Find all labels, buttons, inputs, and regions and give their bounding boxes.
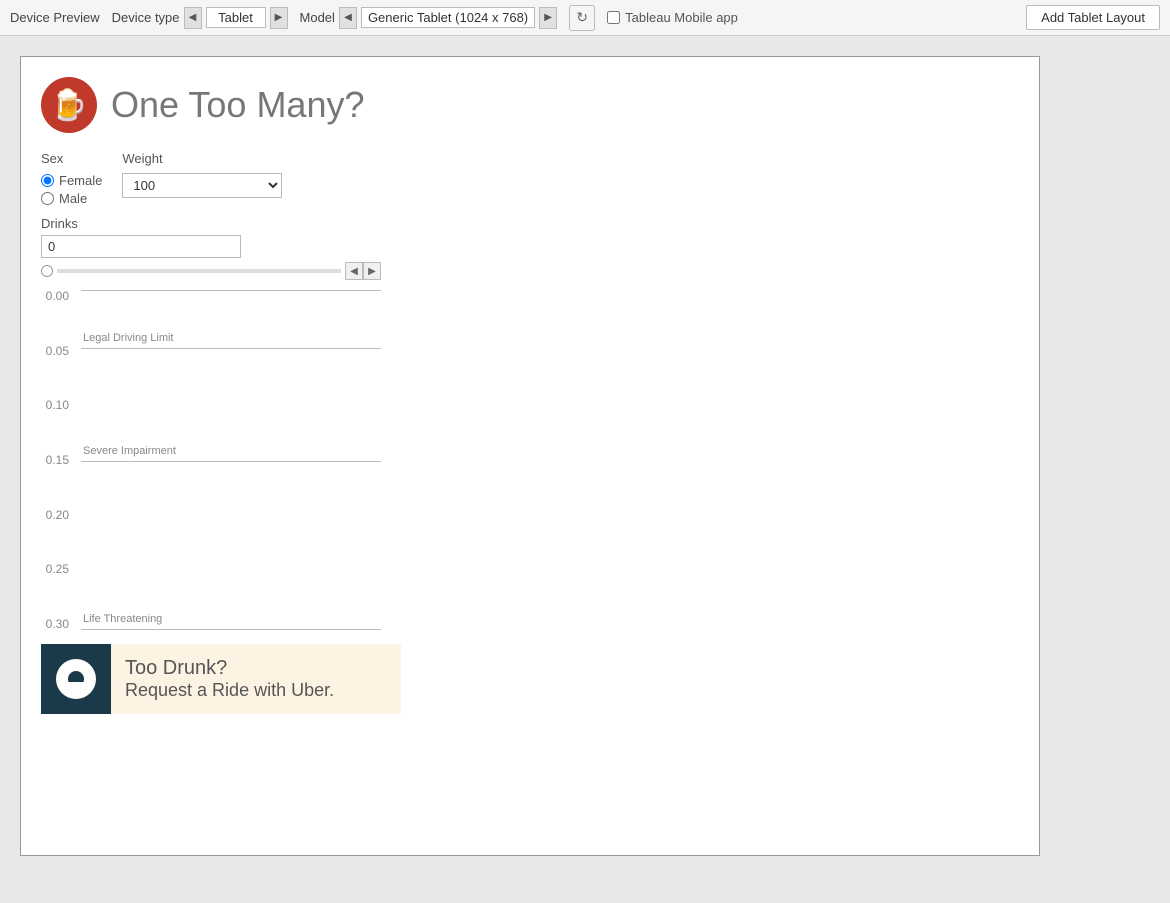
life-threatening-line: Life Threatening xyxy=(81,629,381,630)
weight-select-wrapper: 100 110 120 130 140 150 160 170 180 200 xyxy=(122,173,282,198)
device-preview-label: Device Preview xyxy=(10,10,100,25)
main-area: 🍺 One Too Many? Sex Female xyxy=(0,36,1170,903)
sex-radio-group: Female Male xyxy=(41,173,102,206)
slider-increase-btn[interactable]: ▶ xyxy=(363,262,381,280)
model-prev-btn[interactable]: ◀ xyxy=(339,7,357,29)
rotate-btn[interactable]: ↻ xyxy=(569,5,595,31)
device-type-prev-btn[interactable]: ◀ xyxy=(184,7,202,29)
beer-emoji: 🍺 xyxy=(50,88,87,123)
add-tablet-layout-button[interactable]: Add Tablet Layout xyxy=(1026,5,1160,30)
drinks-label: Drinks xyxy=(41,216,401,231)
drinks-input[interactable] xyxy=(41,235,241,258)
male-radio-label[interactable]: Male xyxy=(41,191,102,206)
uber-icon-box xyxy=(41,644,111,714)
slider-thumb[interactable] xyxy=(41,265,53,277)
tableau-mobile-checkbox[interactable] xyxy=(607,11,620,24)
device-type-next-btn[interactable]: ▶ xyxy=(270,7,288,29)
model-value: Generic Tablet (1024 x 768) xyxy=(361,7,535,28)
y-label-1: 0.05 xyxy=(41,345,75,357)
y-label-2: 0.10 xyxy=(41,399,75,411)
slider-row: ◀ ▶ xyxy=(41,262,381,280)
y-label-4: 0.20 xyxy=(41,509,75,521)
beer-icon: 🍺 xyxy=(41,77,97,133)
female-radio[interactable] xyxy=(41,174,54,187)
legal-limit-label: Legal Driving Limit xyxy=(83,332,173,344)
chart-area: 0.00 0.05 0.10 0.15 0.20 0.25 0.30 Legal… xyxy=(41,290,381,630)
weight-select[interactable]: 100 110 120 130 140 150 160 170 180 200 xyxy=(122,173,282,198)
female-label: Female xyxy=(59,173,102,188)
weight-control-group: Weight 100 110 120 130 140 150 160 170 1… xyxy=(122,151,282,206)
drinks-section: Drinks ◀ ▶ xyxy=(41,216,401,280)
sex-label: Sex xyxy=(41,151,102,166)
device-type-value: Tablet xyxy=(206,7,266,28)
tableau-mobile-label[interactable]: Tableau Mobile app xyxy=(607,10,738,25)
uber-icon xyxy=(56,659,96,699)
life-threatening-label: Life Threatening xyxy=(83,613,162,625)
uber-text: Too Drunk? Request a Ride with Uber. xyxy=(111,647,348,711)
controls-panel: Sex Female Male Weight xyxy=(41,151,401,630)
sex-control-group: Sex Female Male xyxy=(41,151,102,206)
male-radio[interactable] xyxy=(41,192,54,205)
model-label: Model xyxy=(300,10,335,25)
y-label-3: 0.15 xyxy=(41,454,75,466)
toolbar: Device Preview Device type ◀ Tablet ▶ Mo… xyxy=(0,0,1170,36)
female-radio-label[interactable]: Female xyxy=(41,173,102,188)
uber-request-ride: Request a Ride with Uber. xyxy=(125,680,334,701)
controls-row-top: Sex Female Male Weight xyxy=(41,151,401,206)
device-type-control: Device type ◀ Tablet ▶ xyxy=(112,7,288,29)
y-label-0: 0.00 xyxy=(41,290,75,302)
tableau-mobile-text: Tableau Mobile app xyxy=(625,10,738,25)
y-label-5: 0.25 xyxy=(41,563,75,575)
slider-decrease-btn[interactable]: ◀ xyxy=(345,262,363,280)
app-header: 🍺 One Too Many? xyxy=(41,77,1019,133)
slider-nav: ◀ ▶ xyxy=(345,262,381,280)
uber-too-drunk: Too Drunk? xyxy=(125,657,334,680)
legal-limit-line: Legal Driving Limit xyxy=(81,348,381,349)
device-type-label: Device type xyxy=(112,10,180,25)
preview-frame: 🍺 One Too Many? Sex Female xyxy=(20,56,1040,856)
model-next-btn[interactable]: ▶ xyxy=(539,7,557,29)
app-title: One Too Many? xyxy=(111,84,365,126)
uber-promo[interactable]: Too Drunk? Request a Ride with Uber. xyxy=(41,644,401,714)
model-control: Model ◀ Generic Tablet (1024 x 768) ▶ xyxy=(300,7,558,29)
severe-impairment-label: Severe Impairment xyxy=(83,445,176,457)
y-label-6: 0.30 xyxy=(41,618,75,630)
slider-track[interactable] xyxy=(57,269,341,273)
weight-label: Weight xyxy=(122,151,282,166)
severe-impairment-line: Severe Impairment xyxy=(81,461,381,462)
male-label: Male xyxy=(59,191,87,206)
